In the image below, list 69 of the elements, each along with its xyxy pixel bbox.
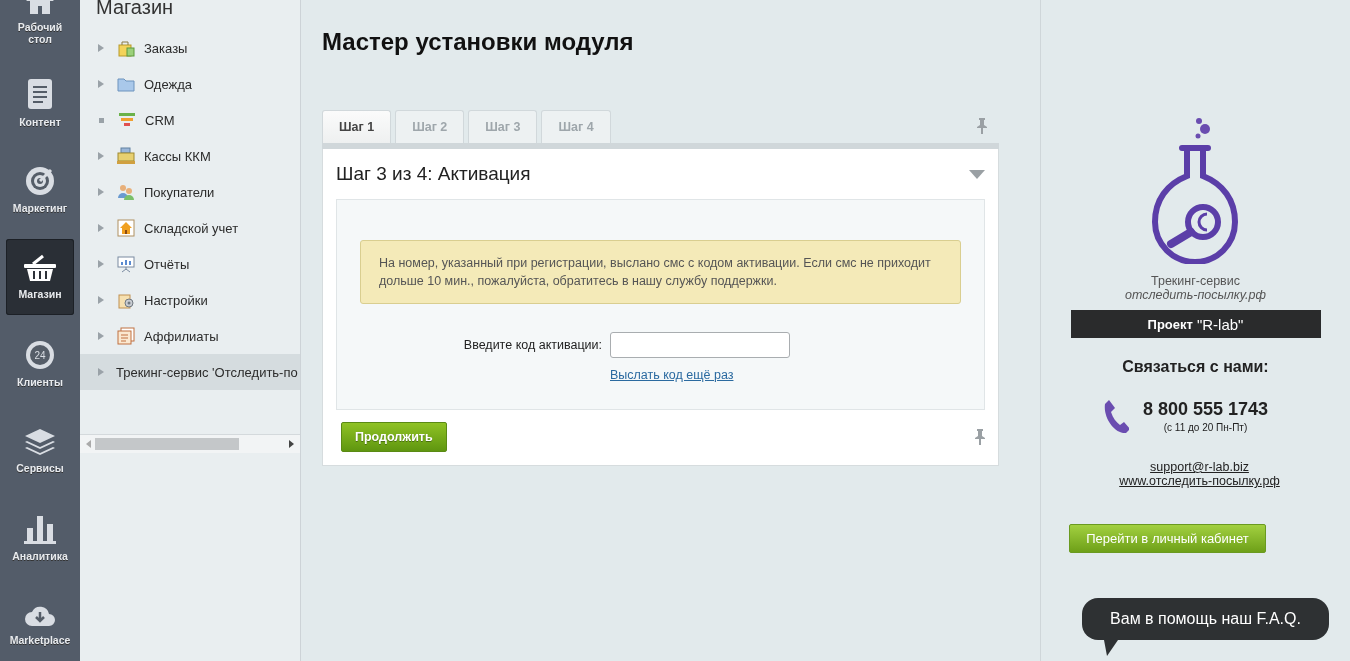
bar-chart-icon xyxy=(24,514,56,544)
rail-item[interactable]: Маркетинг xyxy=(6,152,74,228)
menu-item-label[interactable]: Заказы xyxy=(144,40,188,56)
website-link[interactable]: www.отследить-посылку.рф xyxy=(1119,474,1280,488)
project-banner: Проект "R-lab" xyxy=(1070,310,1321,338)
funnel-icon xyxy=(118,112,136,128)
documents-icon xyxy=(117,327,135,345)
menu-item-highlight[interactable]: Трекинг-сервис 'Отследить-по xyxy=(80,354,300,390)
house-icon xyxy=(117,219,135,237)
service-name: Трекинг-сервис xyxy=(1151,274,1240,288)
rail-item[interactable]: Аналитика xyxy=(6,500,74,576)
expand-arrow-icon[interactable] xyxy=(98,368,104,376)
basket-icon xyxy=(23,254,57,282)
rail-item[interactable]: 24 Клиенты xyxy=(6,326,74,402)
rail-item[interactable]: Магазин xyxy=(6,239,74,315)
panel-heading: Шаг 3 из 4: Активация xyxy=(336,163,531,185)
activation-code-field[interactable] xyxy=(610,332,790,358)
document-icon xyxy=(27,78,53,110)
folder-icon xyxy=(117,76,135,92)
bubble-tail-icon xyxy=(1104,640,1119,656)
phone-icon xyxy=(1102,398,1129,434)
expand-arrow-icon[interactable] xyxy=(98,296,104,304)
expand-arrow-icon[interactable] xyxy=(98,188,104,196)
collapse-triangle-icon[interactable] xyxy=(969,169,985,179)
expand-arrow-icon[interactable] xyxy=(98,80,104,88)
scroll-left-icon[interactable] xyxy=(86,440,91,448)
presentation-board-icon xyxy=(117,255,135,273)
menu-item-label[interactable]: Складской учет xyxy=(144,220,239,236)
menu-item-label[interactable]: Трекинг-сервис 'Отследить-по xyxy=(116,364,298,380)
settings-icon xyxy=(117,291,135,309)
expand-arrow-icon[interactable] xyxy=(98,224,104,232)
bullet-icon xyxy=(99,117,104,123)
people-icon xyxy=(117,183,135,201)
pin-icon[interactable] xyxy=(975,429,985,445)
rail-item[interactable]: Marketplace xyxy=(6,587,74,661)
scroll-right-icon[interactable] xyxy=(289,440,294,448)
menu-item-label[interactable]: Аффилиаты xyxy=(144,328,219,344)
menu-item-label[interactable]: Одежда xyxy=(144,76,192,92)
menu-item-label[interactable]: Отчёты xyxy=(144,256,190,272)
phone-number: 8 800 555 1743 xyxy=(1142,399,1269,420)
icon-number: 24 xyxy=(34,350,46,361)
expand-arrow-icon[interactable] xyxy=(98,44,104,52)
menu-item-label[interactable]: Настройки xyxy=(144,292,208,308)
cloud-download-icon xyxy=(24,604,56,628)
pin-icon[interactable] xyxy=(977,118,987,134)
expand-arrow-icon[interactable] xyxy=(98,152,104,160)
expand-arrow-icon[interactable] xyxy=(98,332,104,340)
rail-item[interactable]: Сервисы xyxy=(6,413,74,489)
notice-message: На номер, указанный при регистрации, выслано смс с кодом активации. Если смс не приходит дольше 10 мин., пожалуйста, обратитесь в нашу службу поддержки. xyxy=(360,240,961,304)
page-title: Мастер установки модуля xyxy=(322,27,635,57)
section-title: Магазин xyxy=(96,0,175,20)
target-icon xyxy=(25,166,55,196)
cash-register-icon xyxy=(116,147,136,165)
field-label: Введите код активации: xyxy=(462,338,602,352)
layers-icon xyxy=(24,428,56,456)
email-link[interactable]: support@r-lab.biz xyxy=(1150,460,1249,474)
shopping-bag-icon xyxy=(117,39,135,57)
menu-item-label[interactable]: Кассы ККМ xyxy=(144,148,211,164)
resend-code-link[interactable]: Выслать код ещё раз xyxy=(610,368,790,382)
horizontal-scrollbar[interactable] xyxy=(80,434,300,453)
service-domain: отследить-посылку.рф xyxy=(1125,288,1266,302)
menu-item-label[interactable]: Покупатели xyxy=(144,184,215,200)
step-tab[interactable]: Шаг 1 xyxy=(322,110,392,143)
working-hours: (с 11 до 20 Пн-Пт) xyxy=(1163,422,1248,433)
rail-item[interactable]: Контент xyxy=(6,65,74,141)
menu-item-label[interactable]: CRM xyxy=(145,112,175,128)
contact-heading: Связаться с нами: xyxy=(1122,358,1269,376)
rail-item[interactable]: Рабочий стол xyxy=(6,0,74,54)
expand-arrow-icon[interactable] xyxy=(98,260,104,268)
